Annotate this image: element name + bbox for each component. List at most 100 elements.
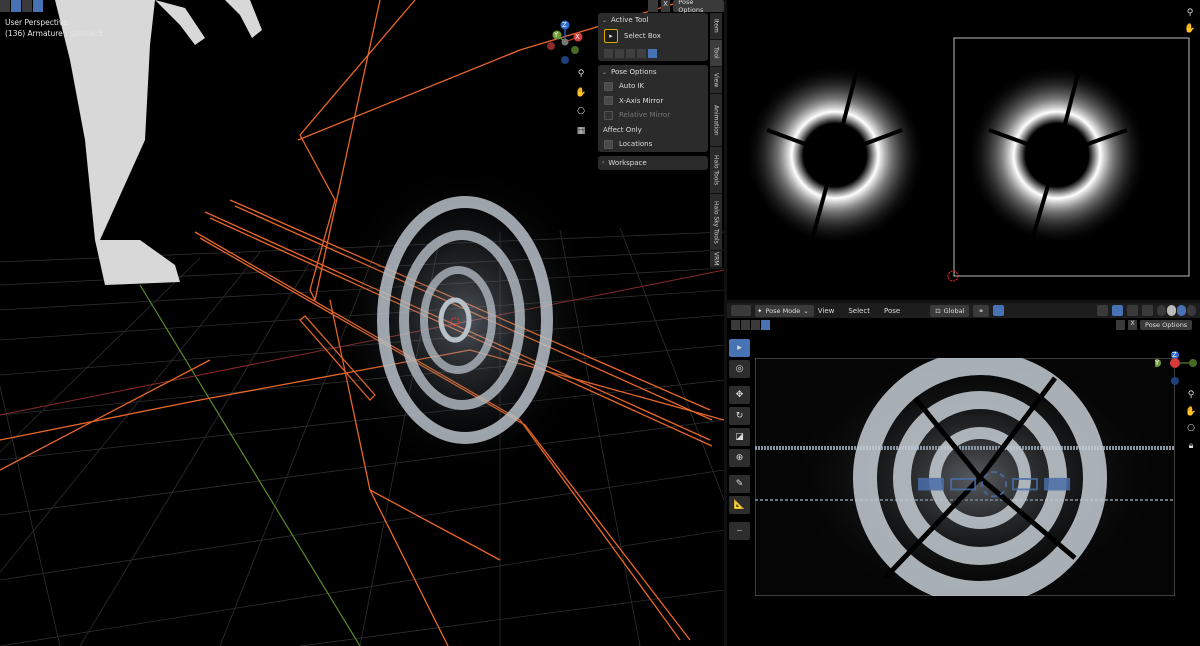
scale-tool-icon[interactable]: ◪ [729, 428, 750, 446]
menu-view[interactable]: View [818, 307, 835, 315]
select-extend-icon[interactable] [741, 320, 750, 330]
tab-view[interactable]: View [710, 67, 722, 94]
shading-rendered-icon[interactable] [1187, 305, 1196, 316]
snap-icon[interactable] [992, 305, 1004, 316]
camera-render: ▬▭◌▭▬ [755, 358, 1175, 596]
gizmo-toggle-icon[interactable] [1112, 305, 1123, 316]
move-tool-icon[interactable]: ✥ [729, 386, 750, 404]
lock-icon[interactable]: 🔒︎ [1184, 439, 1198, 453]
overlay-icon[interactable] [1127, 305, 1138, 316]
orientation-icon: ⊡ [935, 306, 941, 315]
rotate-tool-icon[interactable]: ↻ [729, 407, 750, 425]
viewport-top-right[interactable]: ⚲ ✋ [727, 0, 1200, 300]
chevron-down-icon: ⌄ [602, 16, 608, 24]
hand-pan-icon[interactable]: ✋ [1184, 405, 1198, 419]
shading-wireframe-icon[interactable] [1157, 305, 1166, 316]
active-tool-header[interactable]: ⌄ Active Tool [598, 13, 708, 27]
camera-view-icon[interactable]: ⎔ [574, 105, 588, 119]
cursor-tool-icon[interactable]: ▸ [604, 29, 618, 43]
annotate-tool-icon[interactable]: ✎ [729, 475, 750, 493]
camera-view-header: ✦ Pose Mode ⌄ View Select Pose ⊡ Global ⚭ [727, 303, 1200, 318]
workspace-panel[interactable]: › Workspace [598, 155, 708, 170]
zoom-icon[interactable]: ⚲ [574, 67, 588, 81]
select-mode-icon[interactable] [0, 0, 10, 12]
shading-solid-icon[interactable] [1167, 305, 1176, 316]
select-tool-icon[interactable]: ▸ [729, 339, 750, 357]
tab-animation[interactable]: Animation [710, 94, 722, 147]
gizmo-z-label: Z [1172, 351, 1177, 359]
toolbar: ▸ ◎ ✥ ↻ ◪ ⊕ ✎ 📐 ⌣ [729, 339, 750, 540]
select-subtract-icon[interactable] [626, 48, 635, 58]
gizmo-x-label: X [575, 33, 580, 41]
active-tool-panel: ⌄ Active Tool ▸ Select Box [598, 13, 708, 61]
pose-options-panel: ⌄ Pose Options Auto IK X-Axis Mirror Rela… [598, 65, 708, 152]
sidebar-panel: ⌄ Active Tool ▸ Select Box ⌄ Pose Options … [598, 13, 708, 172]
pose-options-header[interactable]: ⌄ Pose Options [598, 65, 708, 79]
workspace-header[interactable]: › Workspace [598, 156, 708, 170]
tab-halo-sky-tools[interactable]: Halo Sky Tools [710, 194, 722, 251]
tab-item[interactable]: Item [710, 13, 722, 40]
menu-pose[interactable]: Pose [884, 307, 900, 315]
menu-select[interactable]: Select [848, 307, 870, 315]
relative-mirror-checkbox: Relative Mirror [598, 108, 708, 123]
options-icon[interactable] [1116, 320, 1125, 330]
navigation-gizmo[interactable]: Z X Y [543, 20, 587, 64]
xray-icon[interactable] [1142, 305, 1153, 316]
pivot-dropdown[interactable]: ⚭ [973, 304, 989, 317]
camera-view-icon[interactable]: ⎔ [1184, 422, 1198, 436]
select-invert-icon[interactable] [637, 48, 646, 58]
measure-tool-icon[interactable]: 📐 [729, 496, 750, 514]
pose-options-title: Pose Options [611, 68, 657, 76]
logo-text-render: ▬▭◌▭▬ [915, 462, 1073, 502]
close-icon[interactable]: X [1128, 320, 1137, 330]
tab-tool[interactable]: Tool [710, 40, 722, 67]
close-icon[interactable]: X [660, 0, 671, 12]
camera-header-right: X Pose Options [1116, 320, 1193, 330]
object-info: (136) Armature : spinner5 [5, 29, 103, 38]
cursor-tool-icon[interactable]: ◎ [729, 360, 750, 378]
select-new-icon[interactable] [731, 320, 740, 330]
pose-options-button[interactable]: Pose Options [1140, 320, 1193, 330]
tab-vrm[interactable]: VRM [710, 251, 722, 268]
orientation-dropdown[interactable]: ⊡ Global [930, 304, 970, 317]
zoom-icon[interactable]: ⚲ [1184, 388, 1198, 402]
auto-ik-checkbox[interactable]: Auto IK [598, 79, 708, 94]
zoom-icon[interactable]: ⚲ [1183, 6, 1197, 20]
options-icon[interactable] [648, 0, 658, 12]
chevron-down-icon: ⌄ [602, 68, 608, 76]
pose-options-button[interactable]: Pose Options [673, 0, 724, 14]
navigation-gizmo[interactable]: Z Y [1155, 351, 1199, 389]
transform-tool-icon[interactable]: ⊕ [729, 449, 750, 467]
select-box-label: Select Box [624, 32, 661, 40]
select-new-icon[interactable] [604, 48, 613, 58]
gizmo-y-label: Y [1155, 359, 1160, 367]
viewport-3d[interactable]: User Perspective (136) Armature : spinne… [0, 0, 724, 646]
sidebar-tabs: Item Tool View Animation Halo Tools Halo… [710, 13, 722, 268]
shading-material-icon[interactable] [1177, 305, 1186, 316]
select-subtract-icon[interactable] [22, 0, 32, 12]
editor-type-icon[interactable] [731, 305, 751, 316]
grid-ortho-icon[interactable]: ▦ [574, 124, 588, 138]
select-subtract-icon[interactable] [751, 320, 760, 330]
select-extend-icon[interactable] [11, 0, 21, 12]
visibility-icon[interactable] [1097, 305, 1108, 316]
select-extend-icon[interactable] [615, 48, 624, 58]
hand-pan-icon[interactable]: ✋ [1183, 22, 1197, 36]
workspace-title: Workspace [608, 158, 647, 167]
character-model [55, 0, 262, 285]
camera-viewport[interactable]: X Pose Options ▸ ◎ ✥ ↻ ◪ ⊕ ✎ 📐 ⌣ ▬▭◌▭▬ Z… [727, 318, 1200, 646]
select-intersect-icon[interactable] [761, 320, 770, 330]
select-intersect-icon[interactable] [648, 48, 657, 58]
viewport-header-right: X Pose Options [648, 0, 724, 14]
mode-dropdown[interactable]: ✦ Pose Mode ⌄ [755, 304, 814, 317]
select-intersect-icon[interactable] [33, 0, 43, 12]
gizmo-z-label: Z [562, 21, 567, 29]
hand-pan-icon[interactable]: ✋ [574, 86, 588, 100]
tab-halo-tools[interactable]: Halo Tools [710, 147, 722, 194]
locations-checkbox[interactable]: Locations [598, 137, 708, 152]
chevron-down-icon: ⌄ [803, 306, 809, 315]
affect-only-label: Affect Only [603, 125, 642, 134]
select-mode-icons [731, 320, 770, 330]
bone-roll-icon[interactable]: ⌣ [729, 522, 750, 540]
x-axis-mirror-checkbox[interactable]: X-Axis Mirror [598, 94, 708, 109]
